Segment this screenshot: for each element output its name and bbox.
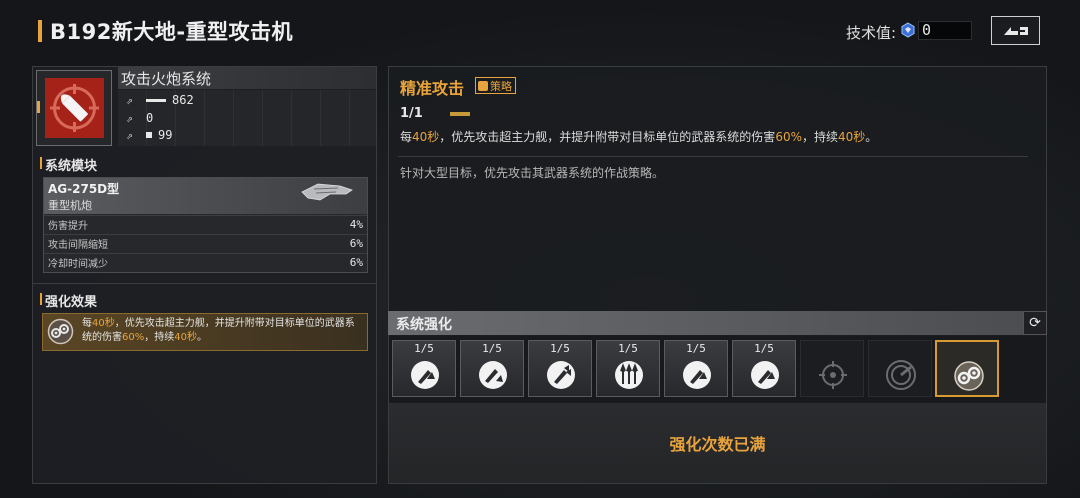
enhance-slot[interactable]: 1/5 <box>392 340 456 397</box>
weapon-up-icon <box>411 361 439 389</box>
strategy-badge: 策略 <box>475 77 516 94</box>
slot-count: 1/5 <box>686 342 706 355</box>
module-stat-value: 6% <box>349 256 363 269</box>
stat-range: ⇗ 99 <box>126 128 172 142</box>
module-stat-row: 冷却时间减少 6% <box>44 253 367 271</box>
target-lock-icon <box>819 361 847 389</box>
stat-interval: ⇗ 0 <box>126 111 153 125</box>
strategy-badge-icon <box>478 80 488 91</box>
skill-flavor-text: 针对大型目标，优先攻击其武器系统的作战策略。 <box>400 166 665 180</box>
enhance-slot[interactable]: 1/5 <box>664 340 728 397</box>
stat-value: 862 <box>172 93 194 107</box>
divider <box>398 156 1028 157</box>
title-accent <box>38 20 42 42</box>
enhance-effect-section-title: 强化效果 <box>45 295 98 310</box>
enhance-slot[interactable]: 1/5 <box>596 340 660 397</box>
module-stat-label: 攻击间隔缩短 <box>48 240 108 251</box>
enhance-maxed-text: 强化次数已满 <box>669 435 766 454</box>
system-enhance-header <box>388 311 1047 335</box>
module-stat-row: 伤害提升 4% <box>44 215 367 233</box>
strategy-icon <box>954 361 984 391</box>
cannon-module-icon <box>300 180 354 202</box>
range-dot <box>146 132 152 138</box>
back-button[interactable] <box>991 16 1040 45</box>
range-icon: ⇗ <box>126 128 133 142</box>
tech-value-label: 技术值: <box>846 24 897 42</box>
slot-count: 1/5 <box>618 342 638 355</box>
back-icon <box>1003 26 1028 35</box>
slot-count: 1/5 <box>550 342 570 355</box>
interval-icon: ⇗ <box>126 111 133 125</box>
module-name: AG-275D型 <box>48 182 120 196</box>
skill-description: 每40秒，优先攻击超主力舰，并提升附带对目标单位的武器系统的伤害60%，持续40… <box>400 130 878 144</box>
system-enhance-title: 系统强化 <box>396 317 452 333</box>
module-stat-value: 6% <box>349 237 363 250</box>
enhance-effect-text: 每40秒，优先攻击超主力舰，并提升附带对目标单位的武器系统的伤害60%，持续40… <box>82 318 355 343</box>
triple-arrow-icon <box>615 361 643 389</box>
weapon-accent <box>37 101 40 113</box>
page-title: B192新大地-重型攻击机 <box>50 20 294 44</box>
weapon-system-icon <box>45 78 104 138</box>
strategy-icon <box>47 318 74 345</box>
module-stat-value: 4% <box>349 218 363 231</box>
weapon-up-icon <box>751 361 779 389</box>
divider <box>33 283 376 284</box>
skill-title: 精准攻击 <box>400 79 465 98</box>
enhance-slot-locked[interactable] <box>800 340 864 397</box>
enhance-slot[interactable]: 1/5 <box>460 340 524 397</box>
module-stat-label: 冷却时间减少 <box>48 259 108 270</box>
tech-icon <box>900 22 916 38</box>
attack-icon: ⇗ <box>126 93 133 107</box>
slot-count: 1/5 <box>754 342 774 355</box>
enhance-slot[interactable]: 1/5 <box>528 340 592 397</box>
enhance-slot-locked[interactable] <box>868 340 932 397</box>
section-accent <box>40 293 42 305</box>
weapon-double-icon <box>547 361 575 389</box>
stat-value: 0 <box>146 111 154 125</box>
refresh-button[interactable]: ⟳ <box>1023 311 1047 335</box>
module-stat-label: 伤害提升 <box>48 221 88 232</box>
radar-icon <box>886 360 916 390</box>
weapon-boost-icon <box>479 361 507 389</box>
refresh-icon: ⟳ <box>1029 315 1041 331</box>
tech-value: 0 <box>922 21 932 39</box>
enhance-status-area: 强化次数已满 <box>389 403 1046 483</box>
skill-level-bar <box>450 112 470 116</box>
section-accent <box>40 157 42 169</box>
module-stat-row: 攻击间隔缩短 6% <box>44 234 367 252</box>
stat-bar <box>146 98 166 102</box>
strategy-badge-label: 策略 <box>490 79 512 93</box>
slot-count: 1/5 <box>482 342 502 355</box>
stat-attack: ⇗ 862 <box>126 93 194 107</box>
stat-value: 99 <box>158 128 173 142</box>
weapon-name: 攻击火炮系统 <box>121 70 212 88</box>
module-type: 重型机炮 <box>48 199 92 212</box>
modules-section-title: 系统模块 <box>45 159 98 174</box>
weapon-up-icon <box>683 361 711 389</box>
enhance-slot-selected[interactable] <box>935 340 999 397</box>
enhance-slot[interactable]: 1/5 <box>732 340 796 397</box>
skill-level: 1/1 <box>400 106 423 121</box>
slot-count: 1/5 <box>414 342 434 355</box>
